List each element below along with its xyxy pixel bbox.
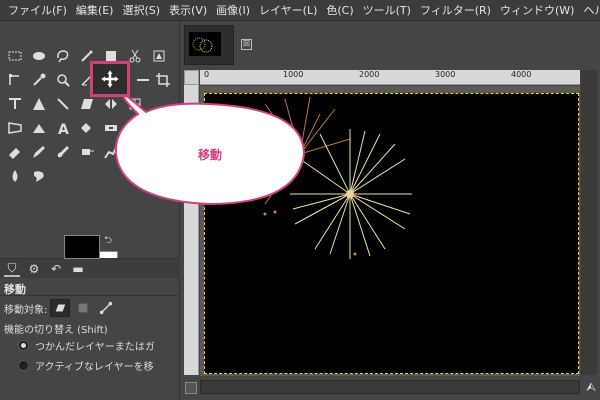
vertical-scrollbar[interactable]	[581, 70, 597, 375]
smudge-icon[interactable]	[28, 165, 50, 187]
navigate-icon[interactable]: ⮙	[584, 380, 598, 394]
radio-pick-layer-label: つかんだレイヤーまたはガ	[35, 342, 155, 353]
layer-target-icon[interactable]	[50, 299, 71, 317]
paths-icon[interactable]	[4, 69, 26, 91]
horizontal-ruler[interactable]: 0 1000 2000 3000 4000	[200, 70, 580, 85]
image-tab[interactable]	[184, 25, 234, 65]
menu-layer[interactable]: レイヤー(L)	[255, 0, 322, 20]
menu-select[interactable]: 選択(S)	[118, 0, 165, 20]
zoom-icon[interactable]	[52, 69, 74, 91]
dock-tabs: ⛉ ⚙ ↶ ▬	[0, 258, 180, 278]
airbrush-icon[interactable]	[76, 141, 98, 163]
ruler-label: 3000	[435, 70, 456, 79]
align-icon[interactable]	[132, 69, 154, 91]
close-tab-icon[interactable]: ⊠	[241, 39, 252, 50]
eraser-icon[interactable]	[4, 141, 26, 163]
ellipse-select-icon[interactable]	[28, 45, 50, 67]
warp-transform-icon[interactable]	[28, 93, 50, 115]
rect-select-icon[interactable]	[4, 45, 26, 67]
menu-file[interactable]: ファイル(F)	[4, 0, 72, 20]
bucket-fill-icon[interactable]	[28, 117, 50, 139]
image-thumbnail	[189, 32, 221, 56]
paintbrush-icon[interactable]	[52, 141, 74, 163]
menu-help[interactable]: ヘルプ(H)	[579, 0, 600, 20]
ruler-label: 1000	[283, 70, 304, 79]
callout-text: 移動	[198, 148, 223, 162]
menu-edit[interactable]: 編集(E)	[72, 0, 119, 20]
perspective-icon[interactable]	[4, 117, 26, 139]
device-status-tab-icon[interactable]: ⚙	[26, 261, 42, 277]
selection-target-icon[interactable]	[73, 299, 93, 317]
menu-windows[interactable]: ウィンドウ(W)	[496, 0, 579, 20]
ruler-label: 2000	[359, 70, 380, 79]
undo-history-tab-icon[interactable]: ↶	[48, 261, 64, 277]
menu-view[interactable]: 表示(V)	[165, 0, 212, 20]
swap-colors-icon[interactable]: ⮌	[104, 233, 112, 250]
text-icon[interactable]: A	[52, 117, 74, 139]
move-target-label: 移動対象:	[4, 304, 48, 316]
menu-image[interactable]: 画像(I)	[212, 0, 255, 20]
radio-pick-layer[interactable]: つかんだレイヤーまたはガ	[18, 338, 178, 353]
ruler-corner[interactable]	[184, 70, 199, 85]
free-select-icon[interactable]	[52, 45, 74, 67]
ruler-label: 4000	[511, 70, 532, 79]
radio-dot-unchecked[interactable]	[18, 360, 29, 371]
blur-icon[interactable]	[4, 165, 26, 187]
divider	[0, 295, 178, 296]
shear-icon[interactable]	[76, 93, 98, 115]
color-picker-icon[interactable]	[28, 69, 50, 91]
foreground-select-icon[interactable]	[148, 45, 170, 67]
horizontal-scrollbar[interactable]	[200, 380, 580, 394]
radio-move-active-layer-label: アクティブなレイヤーを移	[35, 362, 154, 373]
path-target-icon[interactable]	[96, 299, 116, 317]
tool-options-tab-icon[interactable]: ⛉	[4, 261, 20, 277]
crop-icon[interactable]	[152, 69, 174, 91]
move-target-row: 移動対象:	[4, 299, 116, 317]
menu-colors[interactable]: 色(C)	[322, 0, 358, 20]
menubar: ファイル(F) 編集(E) 選択(S) 表示(V) 画像(I) レイヤー(L) …	[0, 0, 600, 21]
pencil-icon[interactable]	[28, 141, 50, 163]
radio-move-active-layer[interactable]: アクティブなレイヤーを移	[18, 358, 178, 373]
ruler-label: 0	[204, 70, 210, 79]
handle-transform-icon[interactable]	[52, 93, 74, 115]
toggle-mode-label: 機能の切り替え (Shift)	[4, 325, 108, 336]
images-tab-icon[interactable]: ▬	[70, 261, 86, 277]
unified-transform-icon[interactable]	[4, 93, 26, 115]
quick-mask-toggle[interactable]	[185, 382, 197, 394]
gradient-icon[interactable]	[76, 117, 98, 139]
menu-tools[interactable]: ツール(T)	[359, 0, 416, 20]
foreground-color-swatch[interactable]	[64, 235, 100, 259]
menu-filters[interactable]: フィルター(R)	[416, 0, 496, 20]
svg-text:A: A	[58, 122, 69, 136]
radio-dot-checked[interactable]	[18, 340, 29, 351]
